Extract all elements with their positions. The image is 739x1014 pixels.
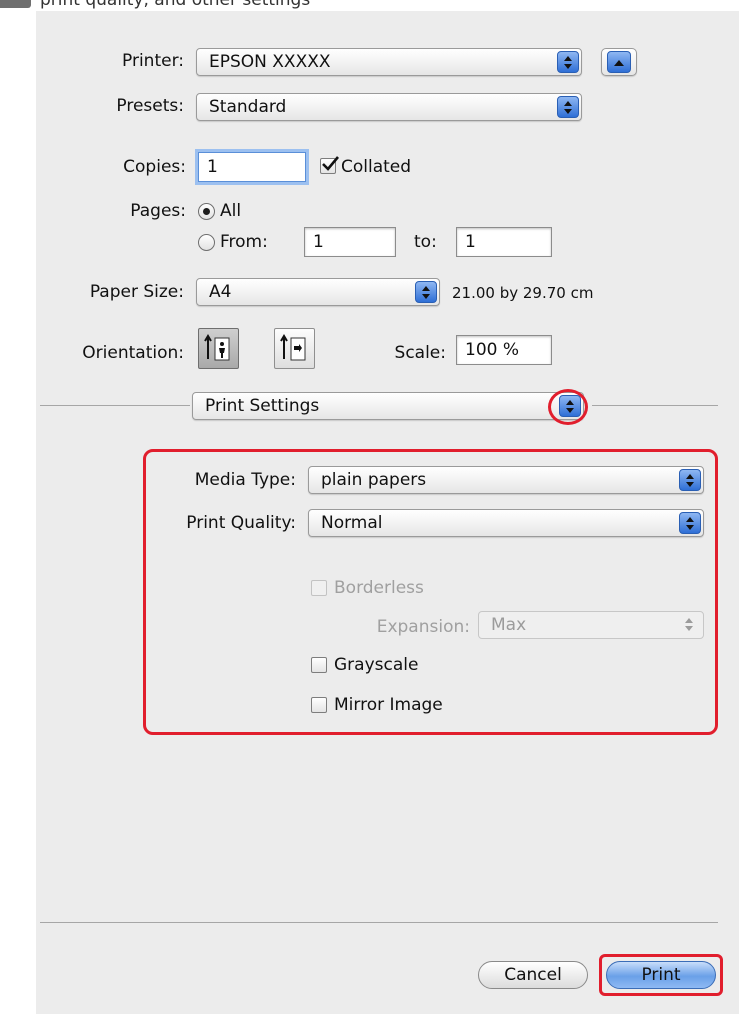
chevron-updown-icon — [415, 281, 437, 303]
chevron-updown-icon — [557, 96, 579, 118]
expansion-value: Max — [491, 615, 527, 635]
separator-left — [40, 405, 190, 406]
print-settings-popup[interactable]: Print Settings — [192, 392, 584, 420]
expansion-popup[interactable]: Max — [478, 611, 704, 639]
media-type-value: plain papers — [321, 470, 427, 490]
portrait-orientation-button[interactable] — [198, 328, 239, 369]
pages-from-radio[interactable] — [198, 234, 215, 251]
pages-from-value: 1 — [313, 232, 324, 252]
printer-popup[interactable]: EPSON XXXXX — [196, 48, 582, 76]
media-type-popup[interactable]: plain papers — [308, 466, 704, 494]
print-quality-popup[interactable]: Normal — [308, 509, 704, 537]
paper-size-value: A4 — [209, 282, 232, 302]
scale-value: 100 % — [465, 340, 520, 360]
landscape-orientation-icon — [280, 334, 306, 361]
header-text: print quality, and other settings — [40, 0, 311, 10]
print-quality-value: Normal — [321, 513, 383, 533]
scale-field[interactable]: 100 % — [456, 335, 552, 365]
copies-value: 1 — [207, 157, 218, 177]
checkmark-icon — [322, 156, 339, 171]
grayscale-checkbox[interactable] — [311, 657, 327, 673]
printer-value: EPSON XXXXX — [209, 52, 331, 72]
pages-from-field[interactable]: 1 — [304, 227, 396, 257]
print-settings-value: Print Settings — [205, 396, 320, 416]
presets-value: Standard — [209, 97, 287, 117]
chevron-updown-icon — [679, 469, 701, 491]
orientation-label: Orientation: — [82, 343, 184, 363]
separator-right — [592, 405, 718, 406]
mirror-image-label: Mirror Image — [334, 695, 443, 715]
presets-popup[interactable]: Standard — [196, 93, 582, 121]
pages-to-value: 1 — [465, 232, 476, 252]
chevron-updown-icon — [679, 614, 701, 636]
collated-checkbox[interactable] — [320, 156, 339, 174]
copies-label: Copies: — [123, 157, 186, 177]
copies-field[interactable]: 1 — [198, 152, 306, 182]
cancel-button[interactable]: Cancel — [478, 961, 588, 989]
step-number-marker — [0, 0, 31, 8]
paper-dimensions: 21.00 by 29.70 cm — [452, 284, 594, 302]
disclosure-up-icon — [607, 51, 631, 73]
presets-label: Presets: — [116, 96, 184, 116]
document-header-fragment: print quality, and other settings — [0, 0, 739, 11]
grayscale-label: Grayscale — [334, 655, 419, 675]
landscape-orientation-button[interactable] — [274, 328, 315, 369]
expansion-label: Expansion: — [376, 617, 470, 637]
disclosure-button[interactable] — [601, 48, 637, 76]
print-quality-label: Print Quality: — [186, 513, 296, 533]
pages-to-label: to: — [414, 232, 437, 252]
separator-bottom — [40, 922, 718, 923]
borderless-checkbox[interactable] — [311, 580, 327, 596]
scale-label: Scale: — [394, 343, 446, 363]
borderless-label: Borderless — [334, 578, 424, 598]
pages-from-label: From: — [220, 232, 268, 252]
paper-size-label: Paper Size: — [89, 282, 184, 302]
collated-label: Collated — [341, 157, 412, 177]
paper-size-popup[interactable]: A4 — [196, 278, 440, 306]
pages-to-field[interactable]: 1 — [456, 227, 552, 257]
portrait-orientation-icon — [204, 334, 230, 361]
pages-all-label: All — [220, 201, 242, 221]
chevron-updown-icon — [557, 51, 579, 73]
chevron-updown-icon — [679, 512, 701, 534]
print-dialog — [36, 0, 739, 1014]
mirror-image-checkbox[interactable] — [311, 697, 327, 713]
printer-label: Printer: — [122, 51, 184, 71]
media-type-label: Media Type: — [194, 470, 296, 490]
chevron-updown-icon — [559, 395, 581, 417]
print-button[interactable]: Print — [606, 961, 716, 989]
pages-all-radio[interactable] — [198, 203, 215, 220]
pages-label: Pages: — [130, 201, 186, 221]
